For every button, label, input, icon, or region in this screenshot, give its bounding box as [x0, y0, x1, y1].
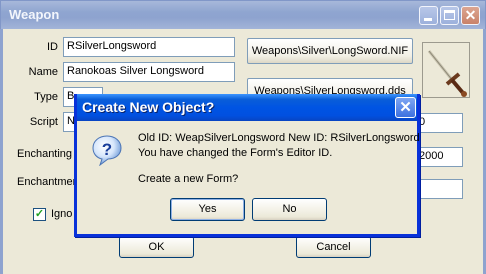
question-icon: ?: [92, 135, 122, 166]
weapon-icon-preview: [422, 42, 470, 98]
name-label: Name: [28, 66, 58, 78]
ok-button[interactable]: OK: [119, 236, 194, 258]
no-button[interactable]: No: [252, 198, 327, 221]
model-path-button[interactable]: Weapons\Silver\LongSword.NIF: [247, 38, 413, 64]
right-field-3[interactable]: [415, 179, 463, 199]
type-label: Type: [34, 91, 58, 103]
dialog-message-line3: Create a new Form?: [138, 173, 239, 185]
id-label: ID: [47, 41, 58, 53]
longsword-icon: [427, 50, 467, 97]
window-title: Weapon: [9, 7, 60, 22]
create-new-object-dialog: Create New Object? ✕ ? Old ID: WeapSilve…: [74, 94, 420, 237]
maximize-button[interactable]: [440, 6, 459, 25]
dialog-close-button[interactable]: ✕: [395, 97, 416, 118]
name-field[interactable]: Ranokoas Silver Longsword: [63, 62, 235, 82]
close-icon: ✕: [464, 7, 477, 23]
enchanting-value-field[interactable]: 2000: [415, 147, 463, 167]
minimize-button[interactable]: [419, 6, 438, 25]
script-label: Script: [29, 116, 58, 128]
ignore-checkbox-label: Igno: [51, 208, 73, 220]
enchanting-label: Enchanting: [17, 148, 73, 160]
cancel-button[interactable]: Cancel: [296, 236, 371, 258]
right-field-1[interactable]: 0: [415, 113, 463, 133]
svg-text:?: ?: [102, 140, 112, 159]
dialog-title: Create New Object?: [82, 99, 215, 115]
yes-button[interactable]: Yes: [170, 198, 245, 221]
dialog-message-line1: Old ID: WeapSilverLongsword New ID: RSil…: [138, 132, 420, 144]
dialog-message-line2: You have changed the Form's Editor ID.: [138, 147, 333, 159]
close-button[interactable]: ✕: [461, 6, 480, 25]
id-field[interactable]: RSilverLongsword: [63, 37, 235, 57]
maximize-icon: [444, 10, 455, 20]
ignore-checkbox[interactable]: ✓: [33, 208, 46, 221]
weapon-titlebar[interactable]: Weapon ✕: [0, 0, 486, 29]
enchantment-label: Enchantmer: [17, 176, 77, 188]
dialog-titlebar[interactable]: Create New Object? ✕: [77, 94, 417, 121]
window-border-left: [0, 29, 3, 274]
minimize-icon: [424, 18, 432, 21]
close-icon: ✕: [399, 99, 412, 116]
